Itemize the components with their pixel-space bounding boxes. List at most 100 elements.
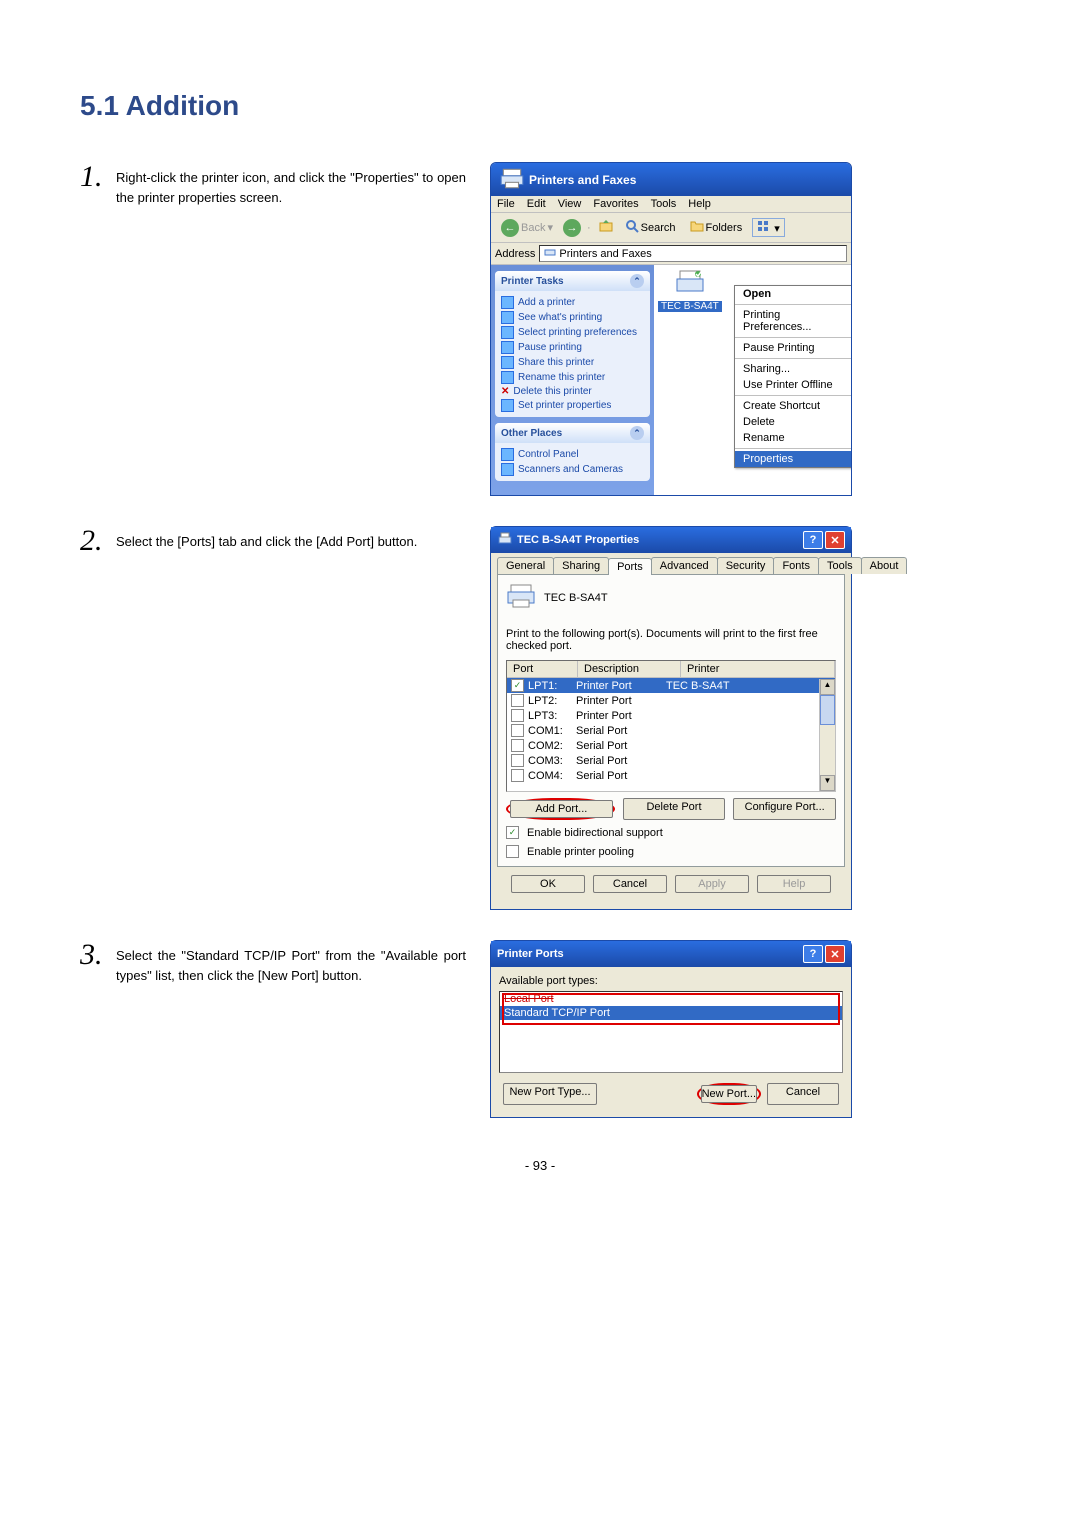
address-input[interactable]: Printers and Faxes bbox=[539, 245, 847, 262]
chevron-up-icon[interactable]: ⌃ bbox=[630, 274, 644, 288]
step-text-2: Select the [Ports] tab and click the [Ad… bbox=[116, 532, 466, 556]
ok-button[interactable]: OK bbox=[511, 875, 585, 893]
search-button[interactable]: Search bbox=[621, 218, 680, 237]
menu-favorites[interactable]: Favorites bbox=[593, 198, 638, 210]
checkbox-icon[interactable] bbox=[511, 739, 524, 752]
checkbox-bidi[interactable]: ✓ bbox=[506, 826, 519, 839]
printers-window: Printers and Faxes File Edit View Favori… bbox=[490, 162, 852, 496]
folders-button[interactable]: Folders bbox=[686, 219, 747, 236]
printer-name: TEC B-SA4T bbox=[544, 592, 608, 604]
printer-icon bbox=[499, 167, 525, 192]
port-row[interactable]: COM3:Serial Port bbox=[507, 753, 835, 768]
add-port-button[interactable]: Add Port... bbox=[510, 800, 613, 818]
back-button[interactable]: ← Back ▾ bbox=[497, 218, 557, 238]
ctx-delete[interactable]: Delete bbox=[735, 414, 852, 430]
menu-file[interactable]: File bbox=[497, 198, 515, 210]
close-button[interactable]: ✕ bbox=[825, 531, 845, 549]
close-button[interactable]: ✕ bbox=[825, 945, 845, 963]
forward-button[interactable]: → bbox=[563, 219, 581, 237]
list-item-tcpip[interactable]: Standard TCP/IP Port bbox=[500, 1006, 842, 1020]
ctx-sharing[interactable]: Sharing... bbox=[735, 361, 852, 377]
new-port-type-button[interactable]: New Port Type... bbox=[503, 1083, 597, 1105]
checkbox-icon[interactable] bbox=[511, 724, 524, 737]
configure-port-button[interactable]: Configure Port... bbox=[733, 798, 836, 820]
ctx-offline[interactable]: Use Printer Offline bbox=[735, 377, 852, 393]
up-button[interactable] bbox=[597, 217, 615, 238]
ports-list[interactable]: Port Description Printer ✓ LPT1: Printer… bbox=[506, 660, 836, 792]
port-row[interactable]: LPT3:Printer Port bbox=[507, 708, 835, 723]
other-title: Other Places bbox=[501, 428, 562, 439]
cancel-button[interactable]: Cancel bbox=[593, 875, 667, 893]
task-preferences[interactable]: Select printing preferences bbox=[501, 325, 644, 340]
other-control-panel[interactable]: Control Panel bbox=[501, 447, 644, 462]
task-icon bbox=[501, 399, 514, 412]
chevron-up-icon[interactable]: ⌃ bbox=[630, 426, 644, 440]
views-button[interactable]: ▾ bbox=[752, 218, 785, 237]
port-row[interactable]: COM4:Serial Port bbox=[507, 768, 835, 783]
list-item-local[interactable]: Local Port bbox=[500, 992, 842, 1006]
dialog-title: TEC B-SA4T Properties bbox=[517, 534, 639, 546]
checkbox-pool[interactable] bbox=[506, 845, 519, 858]
address-icon bbox=[544, 248, 559, 260]
col-printer[interactable]: Printer bbox=[681, 661, 835, 677]
other-scanners[interactable]: Scanners and Cameras bbox=[501, 462, 644, 477]
cancel-button[interactable]: Cancel bbox=[767, 1083, 839, 1105]
checkbox-icon[interactable]: ✓ bbox=[511, 679, 524, 692]
menu-view[interactable]: View bbox=[558, 198, 582, 210]
side-panel: Printer Tasks ⌃ Add a printer See what's… bbox=[491, 265, 654, 495]
step-text-3: Select the "Standard TCP/IP Port" from t… bbox=[116, 946, 466, 985]
checkbox-icon[interactable] bbox=[511, 709, 524, 722]
task-share[interactable]: Share this printer bbox=[501, 355, 644, 370]
port-row[interactable]: COM2:Serial Port bbox=[507, 738, 835, 753]
help-button[interactable]: ? bbox=[803, 945, 823, 963]
checkbox-icon[interactable] bbox=[511, 754, 524, 767]
apply-button[interactable]: Apply bbox=[675, 875, 749, 893]
port-types-list[interactable]: Local Port Standard TCP/IP Port bbox=[499, 991, 843, 1073]
ctx-properties[interactable]: Properties bbox=[735, 451, 852, 467]
port-row[interactable]: ✓ LPT1: Printer Port TEC B-SA4T bbox=[507, 678, 835, 693]
checkbox-icon[interactable] bbox=[511, 694, 524, 707]
scroll-thumb[interactable] bbox=[820, 695, 835, 725]
back-label: Back bbox=[521, 222, 545, 234]
port-row[interactable]: COM1:Serial Port bbox=[507, 723, 835, 738]
menu-edit[interactable]: Edit bbox=[527, 198, 546, 210]
ctx-pause[interactable]: Pause Printing bbox=[735, 340, 852, 356]
task-rename[interactable]: Rename this printer bbox=[501, 370, 644, 385]
scroll-up-icon[interactable]: ▲ bbox=[820, 679, 835, 695]
tab-general[interactable]: General bbox=[497, 557, 554, 574]
col-port[interactable]: Port bbox=[507, 661, 578, 677]
ctx-rename[interactable]: Rename bbox=[735, 430, 852, 446]
tab-ports[interactable]: Ports bbox=[608, 558, 652, 575]
tab-security[interactable]: Security bbox=[717, 557, 775, 574]
port-row[interactable]: LPT2:Printer Port bbox=[507, 693, 835, 708]
delete-port-button[interactable]: Delete Port bbox=[623, 798, 726, 820]
tab-tools[interactable]: Tools bbox=[818, 557, 862, 574]
help-button[interactable]: ? bbox=[803, 531, 823, 549]
menu-tools[interactable]: Tools bbox=[651, 198, 677, 210]
checkbox-icon[interactable] bbox=[511, 769, 524, 782]
window-titlebar: Printers and Faxes bbox=[491, 163, 851, 196]
tab-fonts[interactable]: Fonts bbox=[773, 557, 819, 574]
ctx-prefs[interactable]: Printing Preferences... bbox=[735, 307, 852, 335]
task-pause[interactable]: Pause printing bbox=[501, 340, 644, 355]
col-description[interactable]: Description bbox=[578, 661, 681, 677]
task-properties[interactable]: Set printer properties bbox=[501, 398, 644, 413]
help-button[interactable]: Help bbox=[757, 875, 831, 893]
scroll-down-icon[interactable]: ▼ bbox=[820, 775, 835, 791]
task-add-printer[interactable]: Add a printer bbox=[501, 295, 644, 310]
printer-item[interactable]: TEC B-SA4T bbox=[658, 269, 722, 312]
tab-advanced[interactable]: Advanced bbox=[651, 557, 718, 574]
ctx-shortcut[interactable]: Create Shortcut bbox=[735, 398, 852, 414]
scrollbar[interactable]: ▲ ▼ bbox=[819, 679, 835, 791]
printer-icon bbox=[506, 583, 536, 612]
menu-help[interactable]: Help bbox=[688, 198, 711, 210]
task-delete[interactable]: ✕Delete this printer bbox=[501, 385, 644, 398]
window-title: Printers and Faxes bbox=[529, 173, 636, 187]
tab-sharing[interactable]: Sharing bbox=[553, 557, 609, 574]
task-icon bbox=[501, 356, 514, 369]
new-port-button[interactable]: New Port... bbox=[701, 1085, 757, 1103]
ctx-open[interactable]: Open bbox=[735, 286, 852, 302]
tab-about[interactable]: About bbox=[861, 557, 908, 574]
task-icon bbox=[501, 296, 514, 309]
task-see-printing[interactable]: See what's printing bbox=[501, 310, 644, 325]
